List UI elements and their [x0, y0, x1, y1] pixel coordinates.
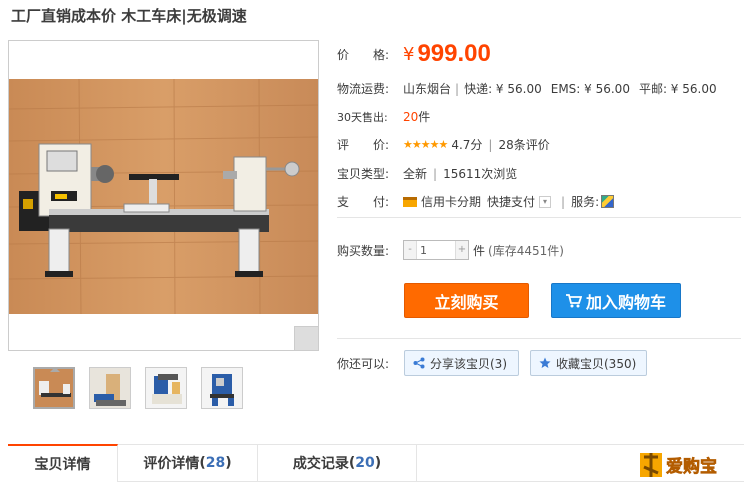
quantity-row: 购买数量: - + 件 (库存4451件)	[337, 240, 564, 260]
payment-row: 支 付: 信用卡分期 快捷支付 ▾ | 服务:	[337, 193, 615, 210]
tab-reviews[interactable]: 评价详情(28)	[118, 444, 258, 482]
tab-details-label: 宝贝详情	[34, 457, 91, 473]
payment-divider: |	[561, 194, 566, 209]
section-divider-1	[337, 217, 741, 218]
thumbnail-3-image	[146, 368, 186, 408]
rating-reviews-link[interactable]: 28条评价	[498, 136, 549, 153]
thumbnail-2[interactable]	[89, 367, 131, 409]
type-condition: 全新	[403, 167, 428, 181]
tab-details[interactable]: 宝贝详情	[8, 444, 118, 482]
credit-card-icon	[403, 196, 417, 207]
lathe-photo	[9, 79, 318, 314]
add-to-cart-label: 加入购物车	[585, 292, 666, 312]
stock-count: (库存4451件)	[488, 243, 564, 258]
shipping-divider: |	[455, 81, 460, 96]
rating-stars: ★★★★★	[403, 138, 448, 151]
type-views: 15611次浏览	[443, 167, 518, 181]
thumbnail-4[interactable]	[201, 367, 243, 409]
zoom-button[interactable]	[294, 326, 318, 350]
cart-icon	[565, 293, 582, 307]
thumbnail-1-image	[35, 369, 73, 407]
shipping-row: 物流运费: 山东烟台 | 快递: ¥ 56.00 EMS: ¥ 56.00 平邮…	[337, 80, 717, 97]
price-currency: ¥	[403, 43, 415, 65]
product-title: 工厂直销成本价 木工车床|无极调速	[11, 7, 247, 25]
price-value: 999.00	[417, 40, 491, 67]
type-divider: |	[433, 166, 438, 181]
sales-count: 20	[403, 109, 419, 124]
sales-row: 30天售出: 20 件	[337, 108, 430, 125]
rating-label: 评 价:	[337, 138, 390, 152]
quantity-stepper: - +	[403, 240, 469, 260]
sales-unit: 件	[418, 110, 431, 124]
payment-credit[interactable]: 信用卡分期	[421, 193, 481, 210]
section-divider-2	[337, 338, 741, 339]
thumbnail-2-image	[90, 368, 130, 408]
main-product-image[interactable]	[8, 40, 319, 351]
favorite-label: 收藏宝贝(350)	[556, 356, 637, 371]
price-label: 价 格:	[337, 47, 390, 62]
site-logo: 爱购宝	[638, 444, 736, 482]
sales-label: 30天售出:	[337, 110, 388, 124]
rating-divider: |	[488, 137, 493, 152]
service-label: 服务:	[571, 195, 600, 209]
service-icon[interactable]	[601, 195, 615, 208]
share-icon	[413, 357, 425, 369]
share-button[interactable]: 分享该宝贝(3)	[404, 350, 519, 376]
extras-row: 你还可以:	[337, 355, 403, 372]
logo-image: 爱购宝	[640, 453, 717, 477]
rating-row: 评 价: ★★★★★ 4.7分 | 28条评价	[337, 136, 550, 153]
tab-reviews-label: 评价详情	[143, 456, 200, 472]
extras-label: 你还可以:	[337, 357, 390, 371]
add-to-cart-button[interactable]: 加入购物车	[551, 283, 681, 318]
shipping-origin[interactable]: 山东烟台	[403, 80, 451, 97]
quantity-unit: 件	[473, 243, 486, 258]
type-row: 宝贝类型: 全新 | 15611次浏览	[337, 165, 517, 182]
tab-transactions-label: 成交记录	[292, 456, 349, 472]
thumbnail-3[interactable]	[145, 367, 187, 409]
type-label: 宝贝类型:	[337, 167, 390, 181]
favorite-button[interactable]: 收藏宝贝(350)	[530, 350, 647, 376]
buy-now-label: 立刻购买	[434, 292, 499, 312]
star-icon	[539, 357, 551, 368]
quantity-label: 购买数量:	[337, 243, 390, 258]
chevron-down-icon[interactable]: ▾	[539, 195, 552, 208]
quantity-decrease-button[interactable]: -	[404, 241, 416, 259]
shipping-label: 物流运费:	[337, 82, 390, 96]
quantity-input[interactable]	[416, 241, 456, 259]
thumbnail-4-image	[202, 368, 242, 408]
detail-tabs: 宝贝详情 评价详情(28) 成交记录(20)	[8, 444, 744, 482]
buy-now-button[interactable]: 立刻购买	[404, 283, 529, 318]
shipping-ems: EMS: ¥ 56.00	[550, 81, 630, 96]
shipping-express: 快递: ¥ 56.00	[464, 82, 542, 96]
tab-transactions-count: 20	[355, 455, 375, 471]
thumbnail-list	[33, 367, 243, 409]
shipping-surface: 平邮: ¥ 56.00	[638, 82, 717, 96]
logo-text: 爱购宝	[666, 456, 717, 477]
quantity-increase-button[interactable]: +	[456, 241, 468, 259]
price-row: 价 格: ¥ 999.00	[337, 40, 491, 68]
rating-score: 4.7分	[451, 138, 483, 152]
thumbnail-1[interactable]	[33, 367, 75, 409]
payment-label: 支 付:	[337, 195, 390, 209]
payment-quick[interactable]: 快捷支付	[487, 193, 535, 210]
tab-transactions[interactable]: 成交记录(20)	[258, 444, 417, 482]
share-label: 分享该宝贝(3)	[430, 356, 507, 371]
tab-reviews-count: 28	[205, 455, 226, 471]
